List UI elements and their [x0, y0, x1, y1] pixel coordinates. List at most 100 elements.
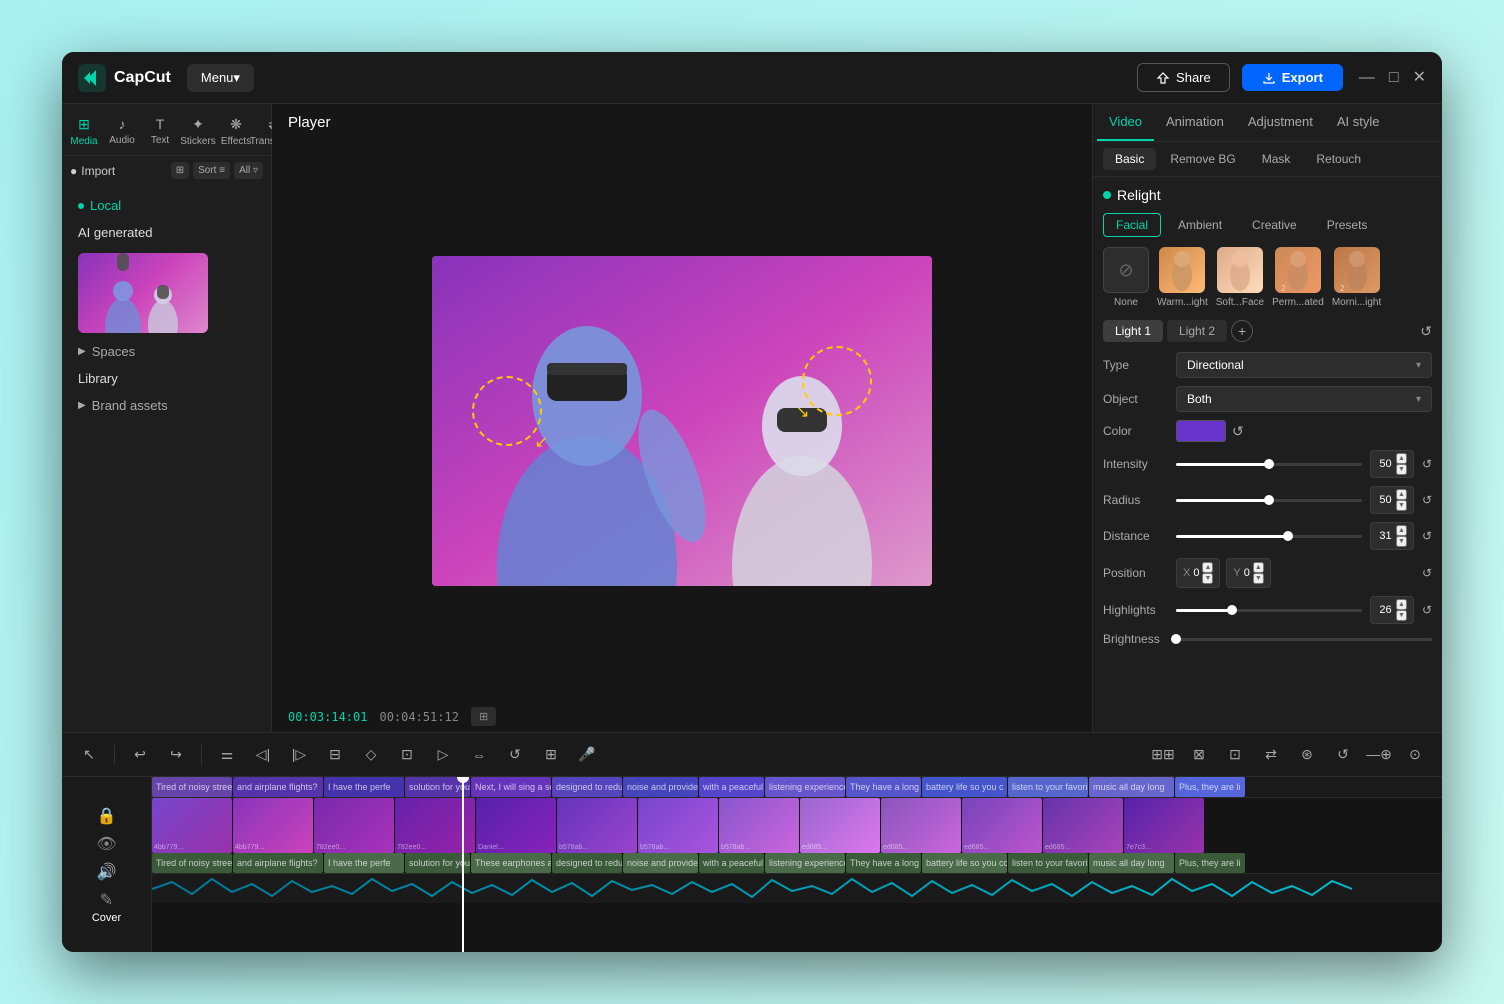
tab-adjustment[interactable]: Adjustment [1236, 104, 1325, 141]
intensity-slider[interactable] [1176, 463, 1362, 466]
media-thumbnail[interactable] [78, 253, 208, 333]
pos-x-up[interactable]: ▲ [1202, 562, 1213, 573]
preset-warm-light[interactable]: Warm...ight [1157, 247, 1208, 308]
thumb-frame[interactable]: 782ee0... [314, 798, 394, 853]
subtitle-clip[interactable]: Plus, they are li [1175, 853, 1245, 873]
thumb-frame[interactable]: Daniel... [476, 798, 556, 853]
facial-tab-creative[interactable]: Creative [1239, 213, 1310, 237]
subtitle-clip[interactable]: battery life so you cc [922, 853, 1007, 873]
sub-tab-remove-bg[interactable]: Remove BG [1158, 148, 1247, 170]
thumb-frame[interactable]: ed685... [1043, 798, 1123, 853]
distance-slider[interactable] [1176, 535, 1362, 538]
tab-animation[interactable]: Animation [1154, 104, 1236, 141]
crop-button[interactable]: ⊡ [392, 740, 422, 770]
distance-reset[interactable]: ↺ [1422, 529, 1432, 543]
tab-stickers[interactable]: ✦ Stickers [180, 112, 216, 151]
position-reset[interactable]: ↺ [1422, 566, 1432, 580]
pos-x-down[interactable]: ▼ [1202, 573, 1213, 584]
audio-clip[interactable]: music all day long [1089, 777, 1174, 797]
share-button[interactable]: Share [1137, 63, 1230, 92]
radius-up[interactable]: ▲ [1396, 489, 1407, 500]
toolbar-right-btn-3[interactable]: ⊡ [1220, 740, 1250, 770]
facial-tab-presets[interactable]: Presets [1314, 213, 1381, 237]
subtitle-clip[interactable]: solution for you [405, 853, 470, 873]
mirror-button[interactable]: ⇔ [464, 740, 494, 770]
position-x-input[interactable]: X 0 ▲ ▼ [1176, 558, 1220, 588]
radius-reset[interactable]: ↺ [1422, 493, 1432, 507]
thumb-frame[interactable]: ed685... [800, 798, 880, 853]
tab-effects[interactable]: ❋ Effects [218, 112, 254, 151]
all-filter-button[interactable]: All ▿ [234, 162, 263, 179]
audio-clip[interactable]: with a peaceful [699, 777, 764, 797]
subtitle-clip[interactable]: designed to reduce [552, 853, 622, 873]
audio-clip[interactable]: noise and provide [623, 777, 698, 797]
sub-tab-basic[interactable]: Basic [1103, 148, 1156, 170]
brightness-slider[interactable] [1176, 638, 1432, 641]
subtitle-clip[interactable]: noise and provide y [623, 853, 698, 873]
eye-button[interactable]: 👁 [96, 834, 116, 854]
thumb-frame[interactable]: 4bb779... [233, 798, 313, 853]
pos-y-up[interactable]: ▲ [1253, 562, 1264, 573]
preset-perm-ated[interactable]: 2 Perm...ated [1272, 247, 1324, 308]
subtitle-clip[interactable]: They have a long [846, 853, 921, 873]
intensity-up[interactable]: ▲ [1396, 453, 1407, 464]
tab-video[interactable]: Video [1097, 104, 1154, 141]
facial-tab-ambient[interactable]: Ambient [1165, 213, 1235, 237]
subtitle-clip[interactable]: listen to your favori [1008, 853, 1088, 873]
toolbar-right-btn-4[interactable]: ⇄ [1256, 740, 1286, 770]
sort-button[interactable]: Sort ≡ [193, 162, 230, 179]
position-y-input[interactable]: Y 0 ▲ ▼ [1226, 558, 1270, 588]
select-tool-button[interactable]: ↖ [74, 740, 104, 770]
audio-clip[interactable]: listen to your favori [1008, 777, 1088, 797]
audio-clip[interactable]: Plus, they are li [1175, 777, 1245, 797]
menu-button[interactable]: Menu▾ [187, 64, 254, 92]
trim-left-button[interactable]: ◁| [248, 740, 278, 770]
nav-ai-generated[interactable]: AI generated [70, 220, 263, 245]
light-circle-left[interactable]: ↙ [472, 376, 542, 446]
subtitle-clip[interactable]: Tired of noisy streets [152, 853, 232, 873]
reset-light-button[interactable]: ↺ [1420, 323, 1432, 340]
subtitle-clip[interactable]: listening experience [765, 853, 845, 873]
subtitle-clip[interactable]: music all day long [1089, 853, 1174, 873]
audio-clip[interactable]: and airplane flights? [233, 777, 323, 797]
rotate-button[interactable]: ↺ [500, 740, 530, 770]
nav-spaces[interactable]: ▶ Spaces [70, 339, 263, 364]
subtitle-clip[interactable]: I have the perfe [324, 853, 404, 873]
add-light-button[interactable]: + [1231, 320, 1253, 342]
split-button[interactable]: ⚌ [212, 740, 242, 770]
subtitle-clip[interactable]: with a peaceful [699, 853, 764, 873]
highlights-reset[interactable]: ↺ [1422, 603, 1432, 617]
close-button[interactable]: ✕ [1413, 70, 1426, 86]
trim-right-button[interactable]: |▷ [284, 740, 314, 770]
type-dropdown[interactable]: Directional ▾ [1176, 352, 1432, 378]
minimize-button[interactable]: — [1359, 70, 1375, 86]
light-tab-1[interactable]: Light 1 [1103, 320, 1163, 342]
redo-button[interactable]: ↪ [161, 740, 191, 770]
preset-morning-light[interactable]: 2 Morni...ight [1332, 247, 1381, 308]
distance-up[interactable]: ▲ [1396, 525, 1407, 536]
thumb-frame[interactable]: 7e7c3... [1124, 798, 1204, 853]
mask-tool-button[interactable]: ◇ [356, 740, 386, 770]
subtitle-clip[interactable]: These earphones a [471, 853, 551, 873]
facial-tab-facial[interactable]: Facial [1103, 213, 1161, 237]
nav-local[interactable]: Local [70, 193, 263, 218]
tab-audio[interactable]: ♪ Audio [104, 112, 140, 151]
pip-button[interactable]: ⊞ [536, 740, 566, 770]
playhead[interactable] [462, 777, 464, 952]
toolbar-settings[interactable]: ⊙ [1400, 740, 1430, 770]
thumb-frame[interactable]: ed685... [881, 798, 961, 853]
delete-button[interactable]: ⊟ [320, 740, 350, 770]
audio-clip[interactable]: battery life so you c [922, 777, 1007, 797]
audio-clip[interactable]: Next, I will sing a so [471, 777, 551, 797]
maximize-button[interactable]: □ [1389, 70, 1399, 86]
tab-text[interactable]: T Text [142, 112, 178, 151]
play-button[interactable]: ▷ [428, 740, 458, 770]
audio-clip[interactable]: I have the perfe [324, 777, 404, 797]
radius-slider[interactable] [1176, 499, 1362, 502]
toolbar-right-btn-6[interactable]: ↺ [1328, 740, 1358, 770]
intensity-reset[interactable]: ↺ [1422, 457, 1432, 471]
tab-ai-style[interactable]: AI style [1325, 104, 1392, 141]
subtitle-clip[interactable]: and airplane flights? [233, 853, 323, 873]
sub-tab-mask[interactable]: Mask [1250, 148, 1303, 170]
fullscreen-button[interactable]: ⊞ [471, 707, 496, 726]
